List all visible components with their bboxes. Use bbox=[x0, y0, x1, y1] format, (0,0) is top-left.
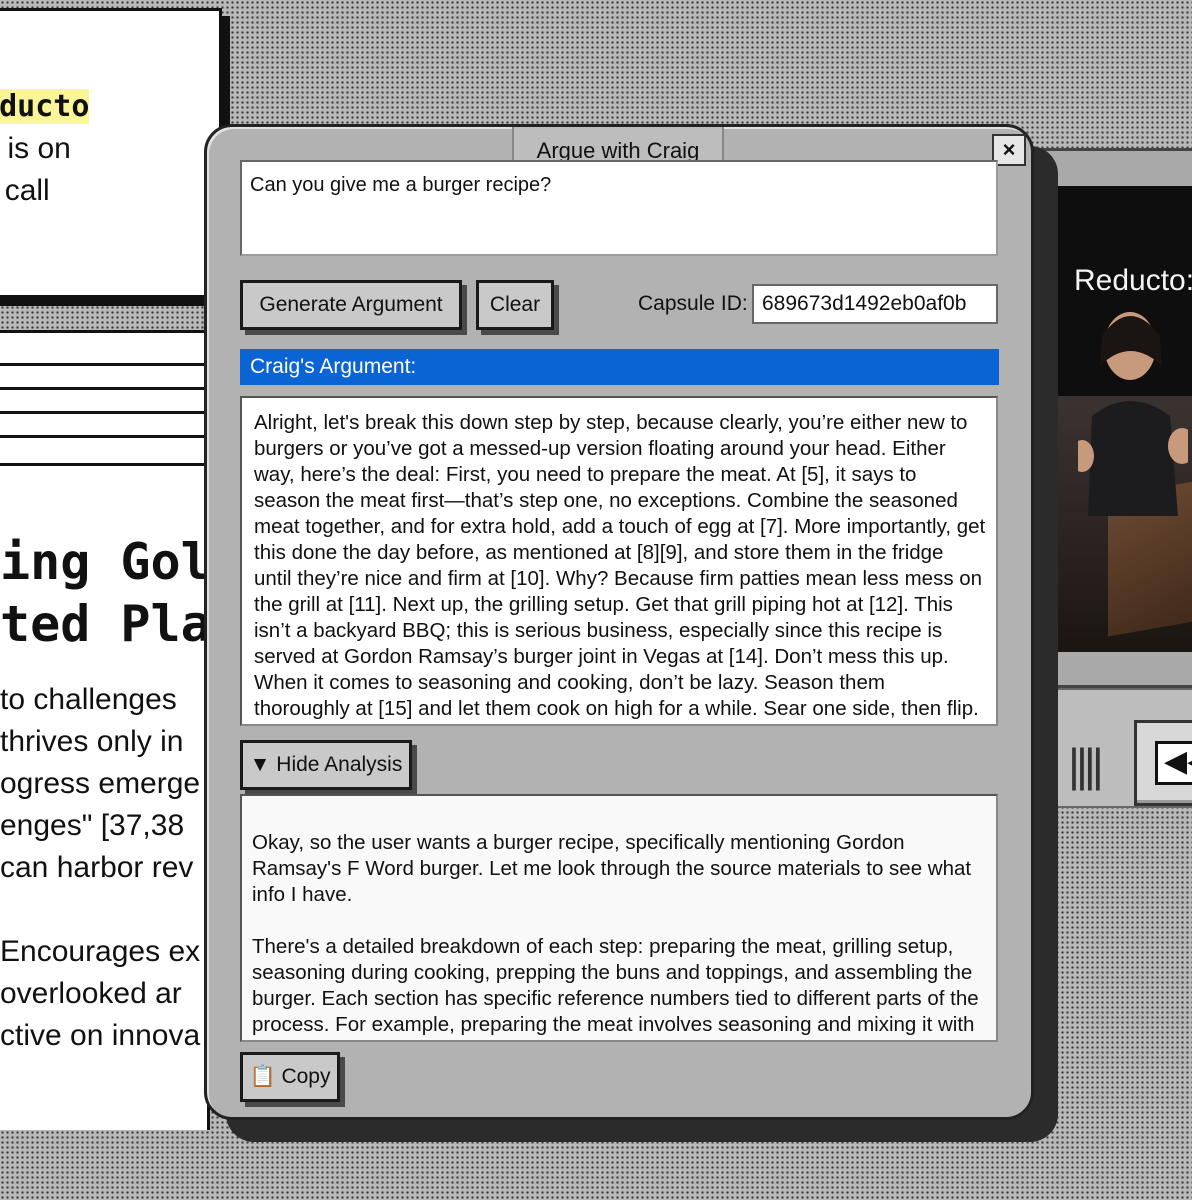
rewind-button[interactable]: ◀◀ bbox=[1134, 720, 1192, 806]
doc-line-3: 30 call bbox=[0, 174, 50, 207]
analysis-output[interactable]: Okay, so the user wants a burger recipe,… bbox=[240, 794, 998, 1042]
doc-line-1: Reducto bbox=[0, 89, 90, 125]
background-document-card: Reducto en is on 30 call s. bbox=[0, 8, 222, 298]
article-line: thrives only in bbox=[0, 725, 184, 758]
article-line: overlooked ar bbox=[0, 977, 182, 1010]
article-line: to challenges bbox=[0, 683, 177, 716]
rewind-icon: ◀◀ bbox=[1155, 741, 1192, 785]
divider bbox=[0, 387, 207, 390]
article-line: ogress emerge bbox=[0, 767, 201, 800]
generate-argument-button[interactable]: Generate Argument bbox=[240, 280, 462, 330]
divider bbox=[0, 435, 207, 438]
capsule-id-field[interactable]: 689673d1492eb0af0b bbox=[752, 284, 998, 324]
analysis-paragraph: Okay, so the user wants a burger recipe,… bbox=[252, 831, 972, 906]
analysis-paragraph: There's a detailed breakdown of each ste… bbox=[252, 935, 979, 1040]
hide-analysis-button[interactable]: ▼ Hide Analysis bbox=[240, 740, 412, 790]
clear-button[interactable]: Clear bbox=[476, 280, 554, 330]
article-heading-2: ted Plac bbox=[0, 595, 210, 653]
copy-button[interactable]: 📋 Copy bbox=[240, 1052, 340, 1102]
grip-icon: |||| bbox=[1068, 739, 1104, 791]
divider bbox=[0, 463, 207, 466]
article-line: enges" [37,38 bbox=[0, 809, 185, 842]
article-heading-1: ing Gold bbox=[0, 533, 210, 591]
divider bbox=[0, 363, 207, 366]
section-header: Craig's Argument: bbox=[240, 349, 999, 385]
article-line: can harbor rev bbox=[0, 851, 194, 884]
video-person-figure bbox=[1078, 312, 1188, 516]
background-article: ing Gold ted Plac to challenges thrives … bbox=[0, 330, 210, 1130]
prompt-input[interactable]: Can you give me a burger recipe? bbox=[240, 160, 998, 256]
article-line: ctive on innova bbox=[0, 1019, 201, 1052]
argument-text: Alright, let's break this down step by s… bbox=[254, 411, 986, 720]
capsule-id-label: Capsule ID: bbox=[638, 292, 748, 315]
argument-output[interactable]: Alright, let's break this down step by s… bbox=[240, 396, 998, 726]
video-title: Reducto: bbox=[1074, 264, 1192, 297]
divider bbox=[0, 411, 207, 414]
video-viewport[interactable]: Reducto: bbox=[1058, 186, 1192, 652]
article-line: Encourages ex bbox=[0, 935, 201, 968]
doc-line-2: en is on bbox=[0, 132, 71, 165]
